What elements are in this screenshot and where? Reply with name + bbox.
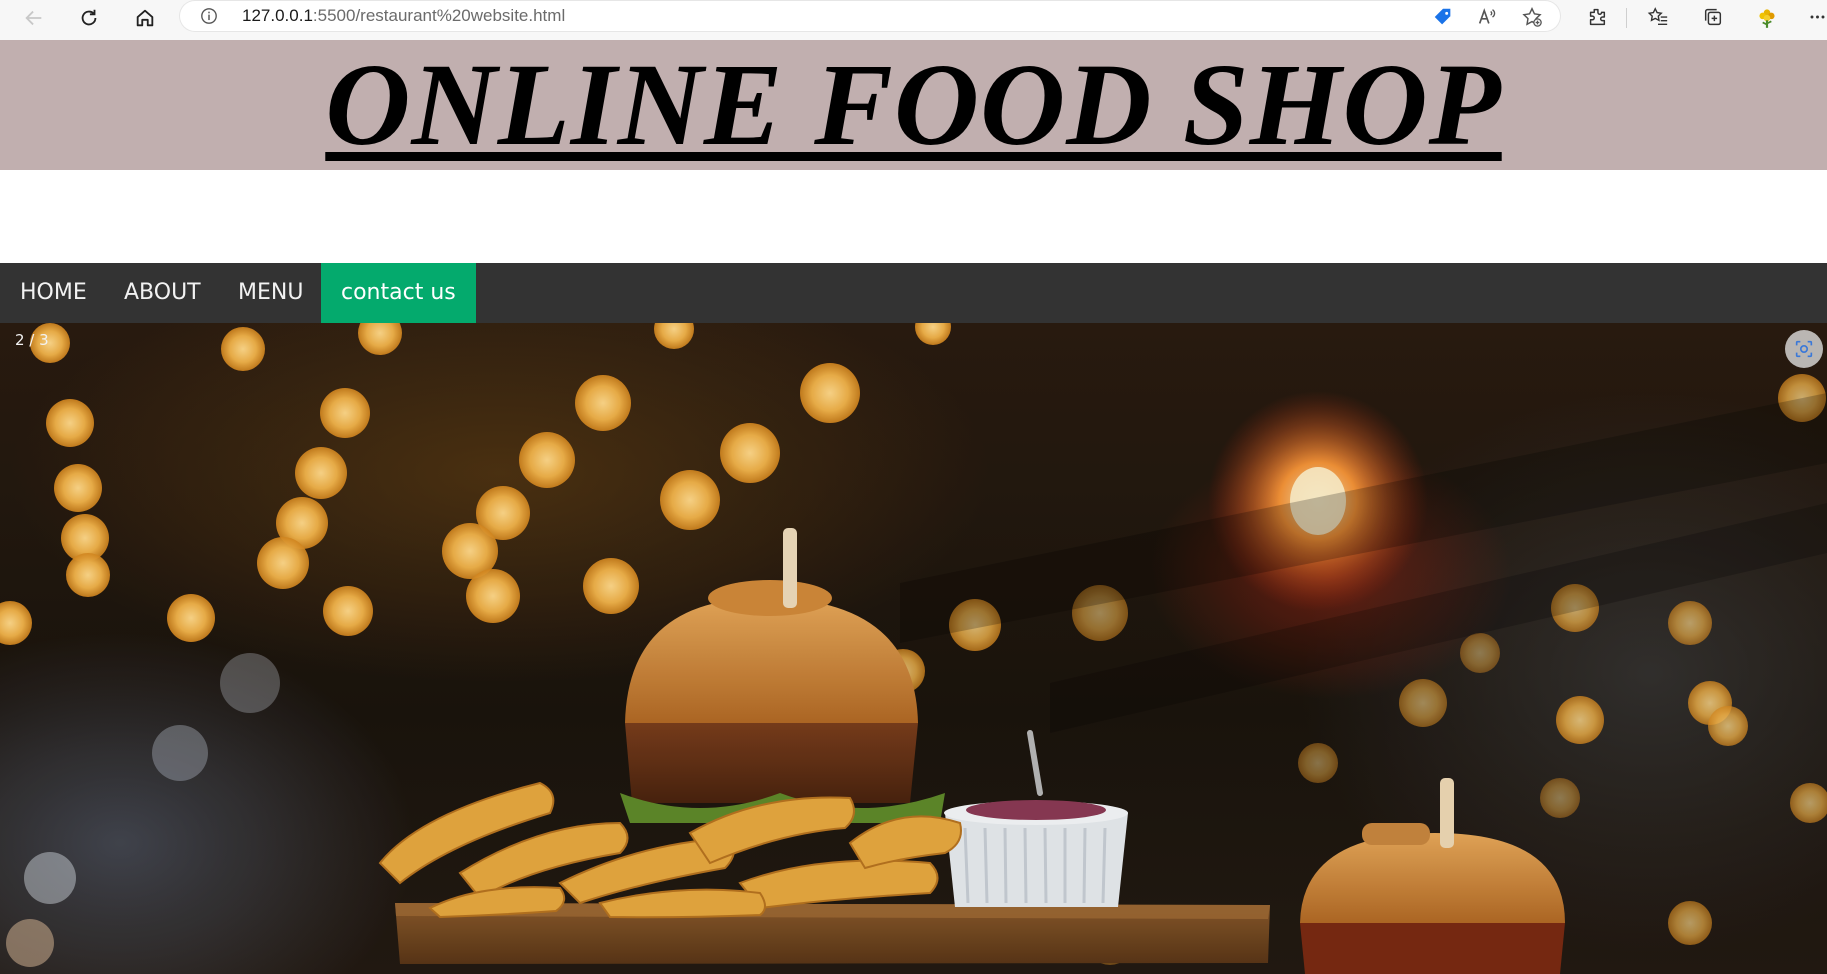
site-title: ONLINE FOOD SHOP (325, 39, 1502, 170)
slideshow: 2 / 3 (0, 323, 1827, 974)
site-header: ONLINE FOOD SHOP (0, 40, 1827, 170)
address-bar[interactable]: 127.0.0.1:5500/restaurant%20website.html (180, 1, 1560, 31)
top-nav: HOME ABOUT MENU contact us (0, 263, 1827, 323)
nav-link-menu[interactable]: MENU (218, 263, 323, 323)
nav-link-about[interactable]: ABOUT (104, 263, 221, 323)
info-icon[interactable] (200, 7, 218, 25)
read-aloud-icon[interactable] (1474, 5, 1500, 29)
more-options-icon[interactable] (1808, 4, 1827, 30)
back-arrow-icon[interactable] (16, 2, 52, 34)
nav-link-contact-us[interactable]: contact us (321, 263, 476, 323)
toolbar-divider (1626, 8, 1627, 28)
url-text: 127.0.0.1:5500/restaurant%20website.html (242, 6, 565, 26)
collections-icon[interactable] (1698, 4, 1728, 30)
price-tag-icon[interactable] (1430, 5, 1456, 29)
add-favorite-icon[interactable] (1519, 5, 1545, 29)
nav-link-home[interactable]: HOME (0, 263, 107, 323)
profile-avatar-icon[interactable] (1752, 4, 1782, 30)
favorites-icon[interactable] (1643, 4, 1673, 30)
browser-toolbar: 127.0.0.1:5500/restaurant%20website.html (0, 0, 1827, 40)
url-host: 127.0.0.1 (242, 6, 313, 25)
url-path: :5500/restaurant%20website.html (312, 6, 566, 25)
burger-and-fries-photo (0, 323, 1827, 974)
home-icon[interactable] (127, 2, 163, 34)
extensions-icon[interactable] (1582, 4, 1612, 30)
slide-counter: 2 / 3 (15, 331, 49, 349)
visual-search-icon[interactable] (1785, 330, 1823, 368)
reload-icon[interactable] (71, 2, 107, 34)
